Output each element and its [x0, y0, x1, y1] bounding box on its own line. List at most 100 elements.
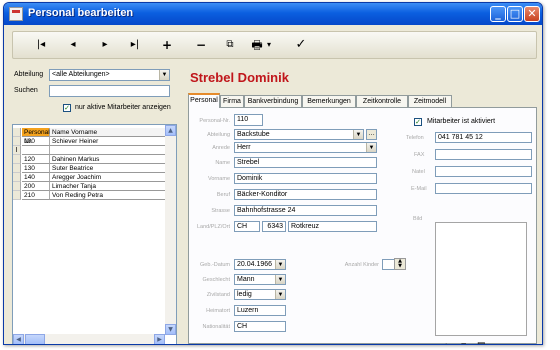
scroll-down-icon[interactable]: ▼ — [165, 324, 176, 335]
geschlecht-value: Mann — [237, 276, 255, 283]
chevron-down-icon[interactable]: ▼ — [366, 143, 376, 152]
fax-label: FAX — [414, 152, 425, 158]
abteilung-lookup-icon[interactable]: … — [366, 129, 377, 140]
delete-record-button[interactable]: − — [189, 35, 213, 55]
confirm-button[interactable]: ✓ — [289, 35, 313, 55]
row-nr: 200 — [22, 182, 50, 191]
abteilung-value: Backstube — [237, 131, 270, 138]
title-bar[interactable]: Personal bearbeiten _ □ ✕ — [4, 3, 542, 25]
vorname-field[interactable]: Dominik — [234, 173, 377, 184]
scroll-up-icon[interactable]: ▲ — [165, 125, 176, 136]
fax-field[interactable] — [435, 149, 532, 160]
ort-field[interactable]: Rotkreuz — [288, 221, 377, 232]
row-name: Dahinen Markus — [50, 155, 165, 164]
employee-picture[interactable] — [435, 222, 527, 336]
abteilung-filter-select[interactable]: <alle Abteilungen> ▼ — [49, 69, 170, 81]
row-name: Suter Beatrice — [50, 164, 165, 173]
tab-bemerkungen[interactable]: Bemerkungen — [302, 95, 356, 107]
personalnr-label: Personal-Nr. — [199, 118, 230, 124]
previous-record-button[interactable]: ◂ — [61, 35, 85, 55]
first-record-button[interactable]: |◂ — [29, 35, 53, 55]
tab-firma[interactable]: Firma — [220, 95, 244, 107]
geburtsdatum-picker[interactable]: 20.04.1966 ▼ — [234, 259, 286, 270]
paste-icon[interactable]: ▤ — [477, 340, 486, 344]
row-nr: 210 — [22, 191, 50, 200]
last-record-button[interactable]: ▸| — [123, 35, 147, 55]
aktiv-checkbox[interactable]: ✓ — [414, 118, 422, 126]
next-record-button[interactable]: ▸ — [93, 35, 117, 55]
tab-zeitmodell[interactable]: Zeitmodell — [408, 95, 452, 107]
land-field[interactable]: CH — [234, 221, 260, 232]
toolbar: |◂ ◂ ▸ ▸| + − ⧉ 🖶 ▾ ✓ — [12, 31, 537, 59]
abteilung-select[interactable]: Backstube ▼ — [234, 129, 364, 140]
heimatort-label: Heimatort — [206, 308, 230, 314]
anrede-select[interactable]: Herr ▼ — [234, 142, 377, 153]
row-nr: 120 — [22, 155, 50, 164]
column-header-nr[interactable]: Personal-Nr. — [22, 128, 52, 145]
scroll-left-icon[interactable]: ◀ — [13, 334, 24, 344]
telefon-label: Telefon — [406, 135, 424, 141]
active-only-checkbox[interactable]: ✓ — [63, 104, 71, 112]
tab-bankverbindung[interactable]: Bankverbindung — [244, 95, 302, 107]
beruf-field[interactable]: Bäcker-Konditor — [234, 189, 377, 200]
abteilung-filter-value: <alle Abteilungen> — [52, 71, 110, 78]
natel-field[interactable] — [435, 166, 532, 177]
print-menu-icon[interactable]: ▾ — [263, 35, 275, 55]
aktiv-label: Mitarbeiter ist aktiviert — [427, 118, 496, 125]
tab-personal[interactable]: Personal — [188, 93, 220, 108]
personalnr-field[interactable]: 110 — [234, 114, 263, 126]
row-name: Limacher Tanja — [50, 182, 165, 191]
personal-tab-panel: Personal-Nr. 110 Abteilung Backstube ▼ …… — [188, 107, 537, 344]
heimatort-field[interactable]: Luzern — [234, 305, 286, 316]
row-name: Schiever Heiner — [50, 137, 165, 146]
strasse-field[interactable]: Bahnhofstrasse 24 — [234, 205, 377, 216]
name-field[interactable]: Strebel — [234, 157, 377, 168]
kinder-stepper[interactable]: ▲ ▼ — [394, 258, 406, 270]
plz-field[interactable]: 6343 — [262, 221, 286, 232]
tab-zeitkontrolle[interactable]: Zeitkontrolle — [356, 95, 408, 107]
geburtsdatum-value: 20.04.1966 — [237, 261, 273, 268]
close-icon[interactable]: ✕ — [524, 6, 540, 22]
suchen-label: Suchen — [14, 87, 38, 94]
zivilstand-select[interactable]: ledig ▼ — [234, 289, 286, 300]
land-plz-ort-label: Land/PLZ/Ort — [196, 224, 230, 230]
abteilung-label: Abteilung — [207, 132, 230, 138]
row-nr: 130 — [22, 164, 50, 173]
email-label: E-Mail — [411, 186, 427, 192]
list-vertical-scrollbar[interactable]: ▲ ▼ — [165, 125, 176, 335]
scroll-right-icon[interactable]: ▶ — [154, 334, 165, 344]
nationalitaet-label: Nationalität — [202, 324, 230, 330]
calendar-dropdown-icon[interactable]: ▼ — [275, 260, 285, 269]
geschlecht-select[interactable]: Mann ▼ — [234, 274, 286, 285]
zivilstand-label: Zivilstand — [206, 292, 230, 298]
detail-panel: Strebel Dominik Personal Firma Bankverbi… — [184, 63, 537, 344]
copy-record-button[interactable]: ⧉ — [218, 35, 242, 55]
chevron-down-icon[interactable]: ▼ — [275, 275, 285, 284]
geburtsdatum-label: Geb.-Datum — [200, 262, 230, 268]
scroll-thumb[interactable] — [25, 334, 45, 344]
telefon-field[interactable]: 041 781 45 12 — [435, 132, 532, 143]
nationalitaet-field[interactable]: CH — [234, 321, 286, 332]
beruf-label: Beruf — [216, 192, 230, 198]
zivilstand-value: ledig — [237, 291, 252, 298]
column-header-name[interactable]: Name Vorname — [50, 128, 165, 137]
minimize-icon[interactable]: _ — [490, 6, 506, 22]
email-field[interactable] — [435, 183, 532, 194]
add-record-button[interactable]: + — [155, 35, 179, 55]
search-input[interactable] — [49, 85, 170, 97]
chevron-down-icon[interactable]: ▼ — [353, 130, 363, 139]
kinder-label: Anzahl Kinder — [344, 262, 379, 268]
chevron-down-icon[interactable]: ▼ — [275, 290, 285, 299]
list-horizontal-scrollbar[interactable]: ◀ ▶ — [13, 334, 165, 344]
copy-icon[interactable]: ⧉ — [461, 341, 467, 344]
row-name: Von Reding Petra — [50, 191, 165, 200]
maximize-icon[interactable]: □ — [507, 6, 523, 22]
window-title: Personal bearbeiten — [28, 7, 134, 19]
chevron-down-icon[interactable]: ▼ — [159, 70, 169, 80]
scissors-icon[interactable]: ✂ — [445, 341, 453, 344]
name-label: Name — [215, 160, 230, 166]
natel-label: Natel — [412, 169, 425, 175]
app-icon — [9, 7, 23, 21]
app-window: Personal bearbeiten _ □ ✕ |◂ ◂ ▸ ▸| + − … — [3, 2, 543, 345]
geschlecht-label: Geschlecht — [202, 277, 230, 283]
